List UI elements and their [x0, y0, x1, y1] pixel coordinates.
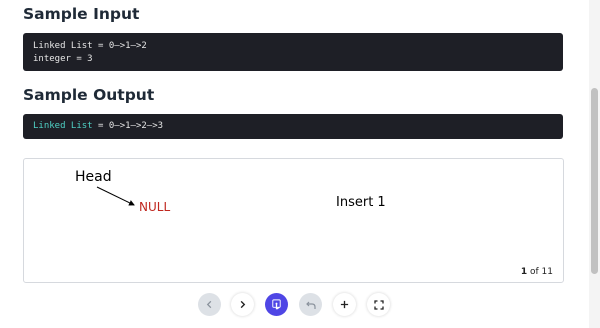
head-label: Head — [75, 169, 112, 185]
undo-button[interactable] — [299, 293, 322, 316]
play-button[interactable] — [265, 293, 288, 316]
hand-pointer-icon — [272, 299, 281, 310]
chevron-left-icon — [206, 300, 212, 309]
code-rest: = 0–>1–>2–>3 — [92, 121, 164, 131]
next-button[interactable] — [231, 293, 254, 316]
vertical-scrollbar[interactable] — [589, 0, 600, 328]
previous-button[interactable] — [198, 293, 221, 316]
step-counter: 1 of 11 — [521, 267, 553, 277]
code-line: Linked List = 0–>1–>2 — [33, 41, 147, 51]
current-step: 1 — [520, 267, 528, 277]
of-label: of — [529, 267, 539, 277]
linked-list-visualizer: Head NULL Insert 1 1 of 11 — [23, 158, 564, 283]
sample-input-heading: Sample Input — [23, 5, 140, 23]
null-node-label: NULL — [139, 200, 171, 214]
sample-output-heading: Sample Output — [23, 86, 155, 104]
plus-icon — [340, 300, 349, 309]
step-title: Insert 1 — [336, 195, 386, 210]
sample-input-code: Linked List = 0–>1–>2 integer = 3 — [23, 33, 563, 71]
scrollbar-thumb[interactable] — [591, 88, 598, 274]
code-keyword: Linked List — [33, 121, 93, 131]
chevron-right-icon — [240, 300, 246, 309]
add-button[interactable] — [333, 293, 356, 316]
fullscreen-button[interactable] — [367, 293, 390, 316]
undo-icon — [305, 301, 316, 309]
fullscreen-icon — [373, 299, 384, 310]
sample-output-code: Linked List = 0–>1–>2–>3 — [23, 114, 563, 139]
total-steps: 11 — [541, 267, 553, 277]
code-line: integer = 3 — [33, 54, 93, 64]
